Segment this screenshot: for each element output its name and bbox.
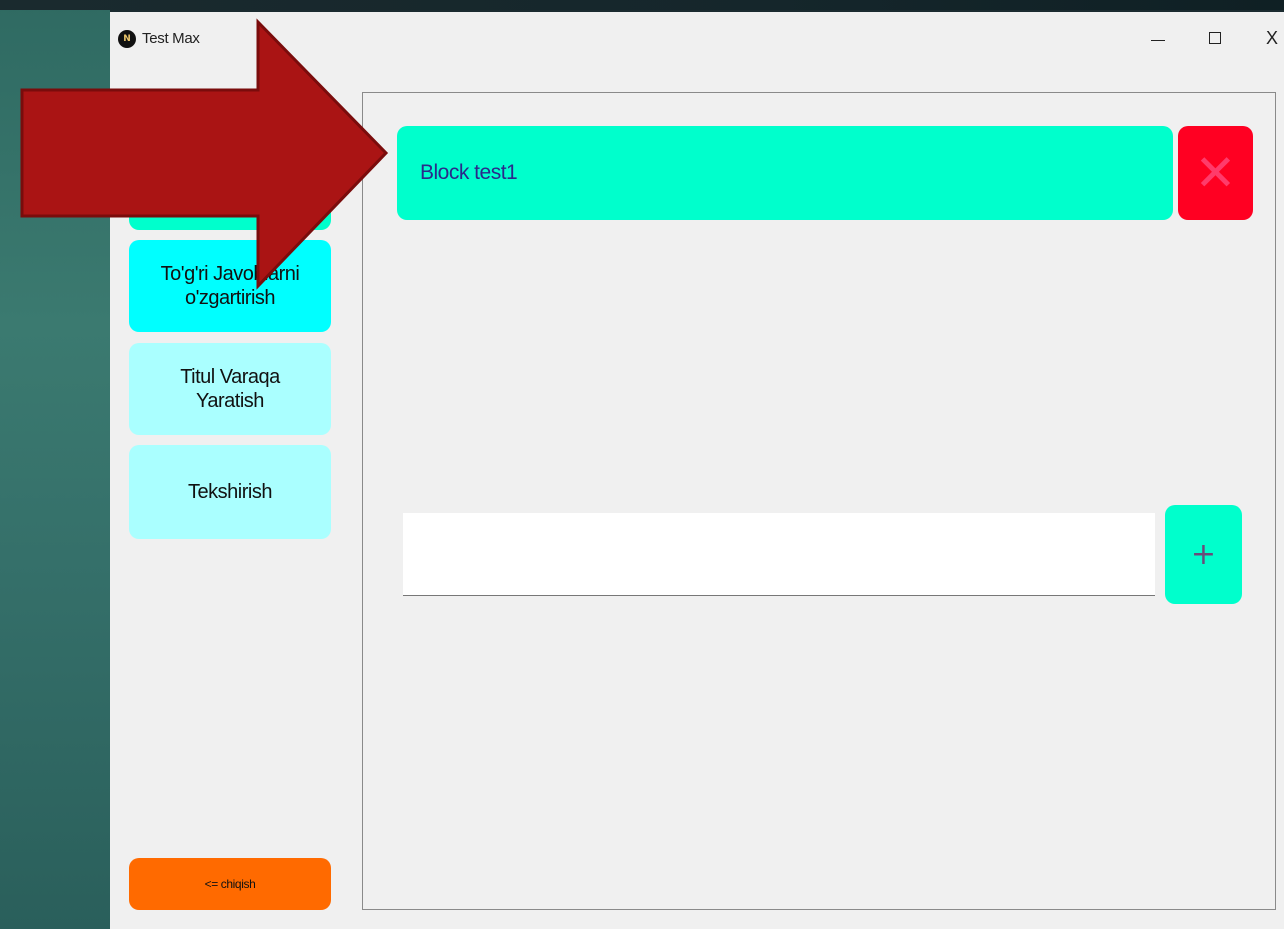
sidebar-item-change-answers[interactable]: To'g'ri Javoblarni o'zgartirish — [129, 240, 331, 332]
exit-button[interactable]: <= chiqish — [129, 858, 331, 910]
delete-block-button[interactable]: ✕ — [1178, 126, 1253, 220]
maximize-icon — [1209, 32, 1221, 44]
plus-icon: + — [1190, 537, 1217, 572]
blocks-panel: Block test1 ✕ + — [362, 92, 1276, 910]
close-icon: X — [1265, 27, 1278, 48]
app-window: N Test Max X To'g'ri Javoblarni o'zgarti… — [110, 10, 1284, 929]
block-item[interactable]: Block test1 — [397, 126, 1173, 220]
close-icon: ✕ — [1194, 144, 1237, 202]
new-block-input[interactable] — [403, 513, 1155, 596]
title-bar: N Test Max X — [110, 12, 1284, 64]
add-block-button[interactable]: + — [1165, 505, 1242, 604]
sidebar-item-check[interactable]: Tekshirish — [129, 445, 331, 539]
close-window-button[interactable]: X — [1252, 24, 1284, 52]
desktop-top-strip — [0, 0, 1284, 10]
sidebar-item-blocks[interactable] — [129, 124, 331, 230]
maximize-button[interactable] — [1195, 24, 1235, 52]
window-title: Test Max — [142, 30, 200, 47]
block-item-label: Block test1 — [420, 161, 518, 184]
app-logo-icon: N — [118, 30, 136, 48]
minimize-icon — [1151, 39, 1165, 41]
minimize-button[interactable] — [1138, 24, 1178, 52]
sidebar-item-create-title-sheet[interactable]: Titul Varaqa Yaratish — [129, 343, 331, 435]
